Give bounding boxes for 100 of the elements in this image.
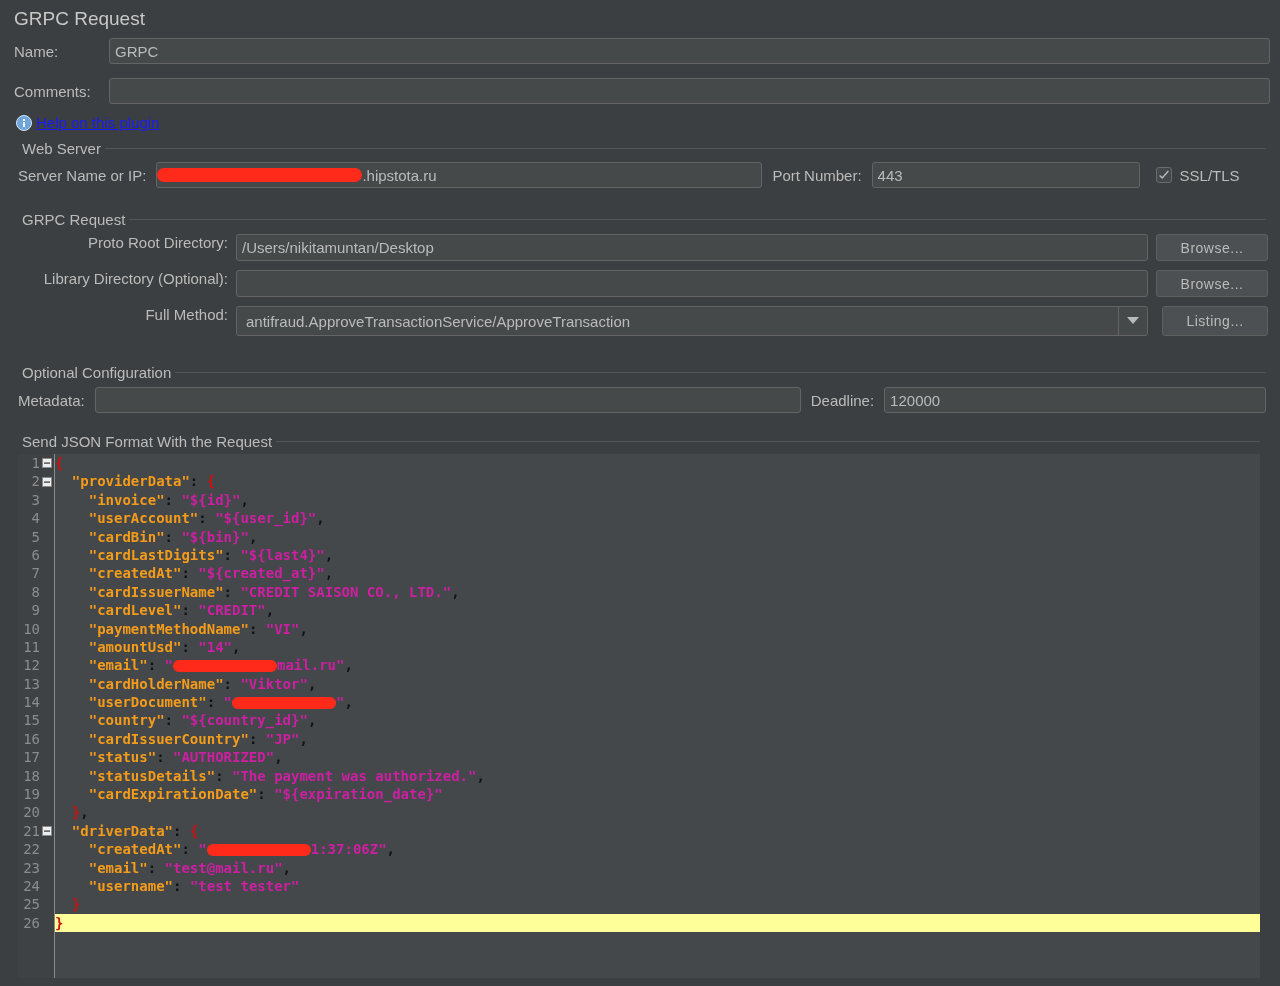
field-label: Library Directory (Optional):: [42, 270, 228, 287]
line-number: 20: [22, 803, 40, 822]
json-key: "country": [55, 712, 165, 729]
json-string: "test tester": [189, 878, 300, 894]
json-string: "The payment was authorized.": [232, 767, 477, 784]
json-key: "cardLastDigits": [55, 546, 224, 563]
json-string: "${bin}": [181, 528, 249, 545]
port-field[interactable]: 443: [871, 162, 1140, 188]
json-string: "${last4}": [240, 546, 325, 563]
directory-field[interactable]: [236, 270, 1148, 297]
json-key: "cardLevel": [55, 602, 182, 619]
json-punctuation: :: [147, 657, 158, 674]
json-punctuation: :: [198, 510, 208, 527]
json-string: "Viktor": [240, 675, 308, 692]
json-key: "cardHolderName": [55, 675, 224, 692]
json-key: "cardExpirationDate": [55, 786, 258, 803]
field-label: Server Name or IP:: [18, 166, 147, 184]
json-punctuation: ,: [274, 749, 283, 766]
method-dropdown[interactable]: antifraud.ApproveTransactionService/ApproveTransaction: [236, 306, 1148, 336]
line-number: 16: [22, 729, 40, 749]
json-key: "userAccount": [55, 510, 199, 527]
line-number: 7: [30, 564, 40, 583]
json-key: "cardIssuerName": [55, 583, 224, 600]
json-punctuation: ,: [476, 767, 485, 784]
json-key: "cardIssuerCountry": [55, 730, 249, 747]
json-punctuation: :: [248, 730, 259, 747]
json-punctuation: ,: [344, 694, 353, 711]
json-punctuation: ,: [324, 546, 334, 563]
json-punctuation: :: [189, 473, 200, 490]
field-label: Comments:: [14, 82, 92, 100]
field-label: Name:: [14, 42, 60, 60]
json-punctuation: ,: [324, 565, 334, 582]
directory-field[interactable]: /Users/nikitamuntan/Desktop: [236, 234, 1148, 261]
json-punctuation: ,: [299, 620, 308, 637]
json-punctuation: :: [181, 602, 191, 619]
json-key: "cardBin": [55, 528, 165, 545]
json-punctuation: :: [181, 565, 191, 582]
listing-button[interactable]: Listing...: [1162, 306, 1268, 336]
code-editor[interactable]: [18, 454, 1260, 978]
field-label: Deadline:: [810, 391, 875, 409]
json-brace: }: [70, 804, 81, 821]
line-number: 6: [30, 545, 40, 565]
line-number: 15: [22, 711, 40, 730]
checkbox[interactable]: [1155, 167, 1172, 183]
json-string: ": [198, 841, 207, 858]
json-key: "paymentMethodName": [55, 620, 249, 637]
json-punctuation: :: [173, 822, 183, 839]
info-icon: [16, 114, 32, 131]
collapse-icon[interactable]: [42, 476, 52, 487]
json-punctuation: ,: [248, 528, 258, 545]
json-punctuation: :: [257, 786, 267, 803]
line-number: 24: [22, 877, 40, 896]
json-brace: {: [55, 455, 64, 471]
field-label: Metadata:: [18, 391, 85, 409]
json-punctuation: :: [215, 767, 225, 784]
json-punctuation: :: [173, 878, 183, 894]
json-string: "${country_id}": [181, 712, 308, 729]
json-key: "userDocument": [55, 694, 207, 711]
json-punctuation: ,: [451, 583, 460, 600]
line-number: 14: [22, 693, 40, 712]
json-punctuation: ,: [265, 602, 275, 619]
line-number: 19: [22, 785, 40, 804]
server-field[interactable]: .hipstota.ru: [156, 162, 763, 188]
comments-field[interactable]: [109, 78, 1270, 104]
browse-button[interactable]: Browse...: [1156, 234, 1268, 261]
json-key: "email": [55, 859, 148, 876]
line-number: 18: [22, 766, 40, 786]
json-punctuation: ,: [282, 859, 292, 876]
collapse-icon[interactable]: [42, 458, 52, 469]
deadline-field[interactable]: 120000: [884, 387, 1266, 413]
line-number: 26: [22, 913, 40, 933]
json-punctuation: :: [181, 841, 191, 858]
name-field[interactable]: GRPC: [109, 38, 1270, 64]
line-number: 17: [22, 748, 40, 767]
json-punctuation: ,: [307, 712, 317, 729]
json-string: "VI": [265, 620, 300, 637]
json-key: "email": [55, 657, 148, 674]
json-string: "14": [198, 638, 232, 655]
json-punctuation: ,: [316, 510, 325, 527]
line-number: 9: [30, 601, 40, 620]
json-punctuation: ,: [80, 804, 89, 821]
json-punctuation: ,: [240, 491, 249, 508]
panel-title: GRPC Request: [14, 8, 146, 31]
json-punctuation: ,: [299, 730, 308, 747]
json-punctuation: ,: [307, 675, 317, 692]
json-punctuation: ,: [344, 657, 353, 674]
json-key: "invoice": [55, 491, 165, 508]
line-number: 10: [22, 619, 40, 638]
json-key: "status": [55, 749, 157, 766]
json-punctuation: :: [248, 620, 259, 637]
line-number: 11: [22, 637, 40, 657]
json-key: "driverData": [55, 822, 173, 839]
metadata-field[interactable]: [94, 387, 801, 413]
json-string: ": [223, 694, 232, 711]
json-key: "statusDetails": [55, 767, 216, 784]
collapse-icon[interactable]: [42, 826, 52, 836]
field-label: Full Method:: [144, 306, 228, 323]
field-label: Port Number:: [772, 166, 862, 184]
json-key: "providerData": [55, 473, 190, 490]
browse-button[interactable]: Browse...: [1156, 270, 1268, 297]
